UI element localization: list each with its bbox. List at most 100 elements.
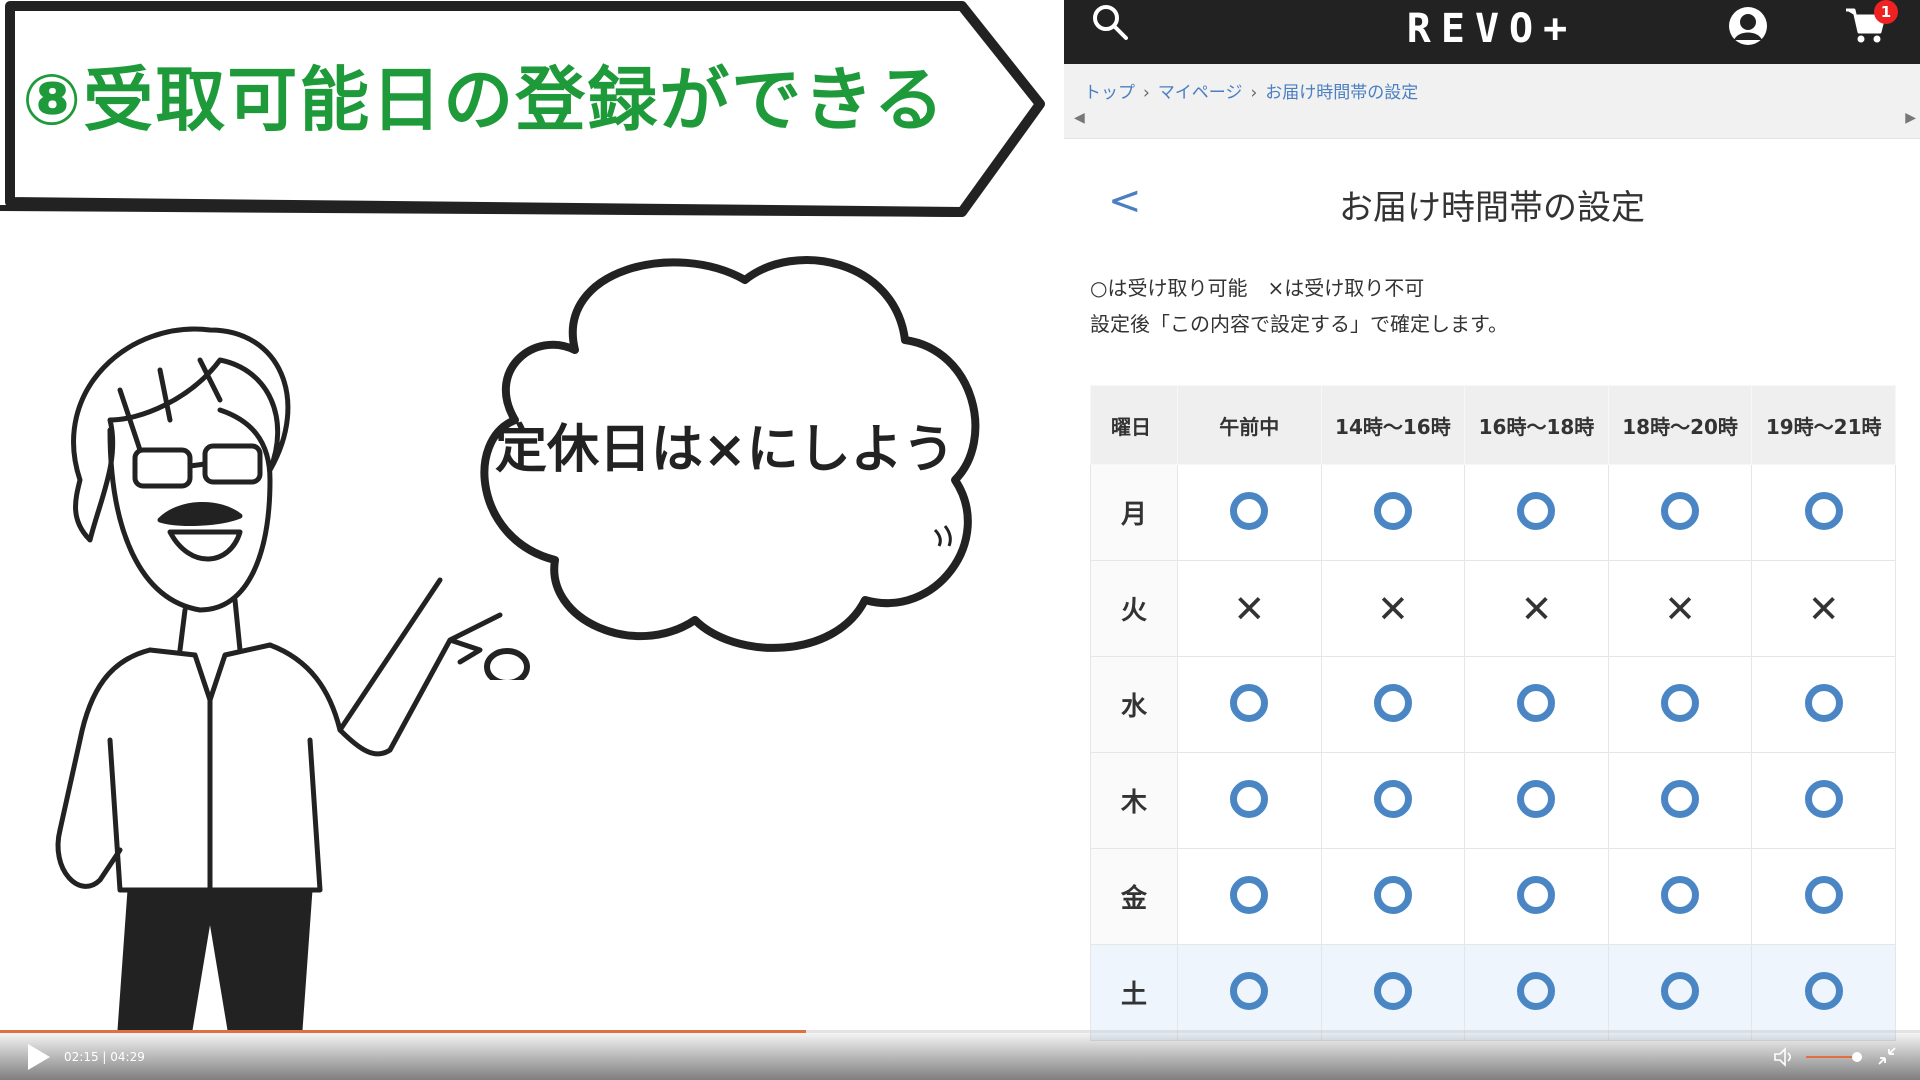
column-header-timeslot: 16時〜18時 — [1464, 385, 1609, 465]
breadcrumb-separator: › — [1250, 83, 1258, 103]
slot-cell[interactable] — [1607, 752, 1753, 849]
slot-cell[interactable] — [1607, 464, 1753, 561]
column-header-timeslot: 14時〜16時 — [1320, 385, 1466, 465]
video-controls: 02:15 | 04:29 — [0, 1033, 1920, 1080]
volume-slider[interactable] — [1806, 1052, 1866, 1062]
slot-cell[interactable] — [1464, 752, 1609, 849]
slot-cell[interactable]: ✕ — [1751, 560, 1896, 657]
available-circle-icon[interactable] — [1661, 779, 1700, 818]
day-label: 火 — [1090, 560, 1178, 657]
available-circle-icon[interactable] — [1230, 491, 1269, 530]
slot-cell[interactable] — [1320, 656, 1466, 753]
volume-icon[interactable] — [1772, 1045, 1796, 1069]
available-circle-icon[interactable] — [1661, 683, 1700, 722]
slot-cell[interactable] — [1751, 944, 1896, 1041]
column-header-timeslot: 18時〜20時 — [1607, 385, 1753, 465]
slot-cell[interactable] — [1464, 944, 1609, 1041]
available-circle-icon[interactable] — [1661, 491, 1700, 530]
available-circle-icon[interactable] — [1804, 683, 1843, 722]
day-label: 土 — [1090, 944, 1178, 1041]
available-circle-icon[interactable] — [1373, 491, 1412, 530]
slot-cell[interactable] — [1177, 752, 1322, 849]
slot-cell[interactable]: ✕ — [1177, 560, 1322, 657]
available-circle-icon[interactable] — [1804, 875, 1843, 914]
time-readout: 02:15 | 04:29 — [64, 1050, 145, 1064]
day-label: 月 — [1090, 464, 1178, 561]
breadcrumb-item-mypage[interactable]: マイページ — [1158, 83, 1243, 103]
scroll-left-icon[interactable]: ◀ — [1074, 110, 1085, 126]
available-circle-icon[interactable] — [1373, 779, 1412, 818]
page-title: お届け時間帯の設定 — [1339, 188, 1645, 228]
unavailable-cross-icon[interactable]: ✕ — [1521, 590, 1553, 628]
day-label: 木 — [1090, 752, 1178, 849]
unavailable-cross-icon[interactable]: ✕ — [1808, 590, 1840, 628]
slot-cell[interactable] — [1607, 944, 1753, 1041]
legend-note: ○は受け取り可能 ×は受け取り不可 — [1090, 276, 1425, 300]
volume-knob[interactable] — [1852, 1052, 1862, 1062]
fullscreen-exit-icon[interactable] — [1876, 1045, 1898, 1067]
table-row: 土 — [1090, 944, 1896, 1041]
delivery-schedule-table: 曜日 午前中 14時〜16時 16時〜18時 18時〜20時 19時〜21時 月火 ✕ ✕ ✕ ✕… — [1090, 385, 1896, 1041]
slot-cell[interactable] — [1751, 464, 1896, 561]
available-circle-icon[interactable] — [1230, 971, 1269, 1010]
available-circle-icon[interactable] — [1230, 779, 1269, 818]
unavailable-cross-icon[interactable]: ✕ — [1233, 590, 1265, 628]
available-circle-icon[interactable] — [1517, 491, 1556, 530]
scroll-right-icon[interactable]: ▶ — [1905, 110, 1916, 126]
presenter-illustration — [55, 326, 503, 1030]
slot-cell[interactable] — [1751, 656, 1896, 753]
thought-cloud-text: 定休日は×にしよう — [495, 420, 955, 480]
slot-cell[interactable]: ✕ — [1320, 560, 1466, 657]
slot-cell[interactable] — [1177, 848, 1322, 945]
slot-cell[interactable] — [1751, 848, 1896, 945]
banner-title: ⑧受取可能日の登録ができる — [22, 59, 946, 141]
column-header-timeslot: 19時〜21時 — [1751, 385, 1896, 465]
available-circle-icon[interactable] — [1230, 683, 1269, 722]
site-logo[interactable]: REVO+ — [1064, 6, 1920, 52]
column-header-day: 曜日 — [1090, 385, 1178, 465]
available-circle-icon[interactable] — [1517, 779, 1556, 818]
breadcrumb-item-top[interactable]: トップ — [1084, 83, 1135, 103]
slot-cell[interactable] — [1607, 848, 1753, 945]
day-label: 金 — [1090, 848, 1178, 945]
horizontal-scrollbar[interactable]: ◀ ▶ — [1064, 106, 1920, 139]
table-row: 月 — [1090, 464, 1896, 561]
cart-count-badge: 1 — [1874, 0, 1898, 24]
slot-cell[interactable] — [1464, 656, 1609, 753]
slot-cell[interactable] — [1464, 848, 1609, 945]
slot-cell[interactable] — [1320, 752, 1466, 849]
available-circle-icon[interactable] — [1517, 971, 1556, 1010]
available-circle-icon[interactable] — [1804, 491, 1843, 530]
slot-cell[interactable] — [1320, 464, 1466, 561]
slot-cell[interactable]: ✕ — [1464, 560, 1609, 657]
available-circle-icon[interactable] — [1230, 875, 1269, 914]
available-circle-icon[interactable] — [1373, 683, 1412, 722]
account-icon[interactable] — [1726, 4, 1770, 48]
breadcrumb: トップ › マイページ › お届け時間帯の設定 — [1064, 64, 1920, 106]
available-circle-icon[interactable] — [1661, 875, 1700, 914]
breadcrumb-item-current: お届け時間帯の設定 — [1265, 83, 1419, 103]
slot-cell[interactable] — [1607, 656, 1753, 753]
available-circle-icon[interactable] — [1804, 779, 1843, 818]
slot-cell[interactable] — [1177, 464, 1322, 561]
unavailable-cross-icon[interactable]: ✕ — [1664, 590, 1696, 628]
slot-cell[interactable]: ✕ — [1607, 560, 1753, 657]
available-circle-icon[interactable] — [1517, 875, 1556, 914]
slot-cell[interactable] — [1464, 464, 1609, 561]
available-circle-icon[interactable] — [1804, 971, 1843, 1010]
browser-pane: REVO+ 1 トップ › マイページ › お届け時間帯の設定 ◀ ▶ < お届け時間帯… — [1064, 0, 1920, 1080]
site-header: REVO+ 1 — [1064, 0, 1920, 64]
slot-cell[interactable] — [1320, 848, 1466, 945]
slot-cell[interactable] — [1177, 944, 1322, 1041]
slot-cell[interactable] — [1177, 656, 1322, 753]
column-header-timeslot: 午前中 — [1177, 385, 1322, 465]
slot-cell[interactable] — [1320, 944, 1466, 1041]
available-circle-icon[interactable] — [1661, 971, 1700, 1010]
slot-cell[interactable] — [1751, 752, 1896, 849]
play-icon[interactable] — [22, 1041, 54, 1073]
available-circle-icon[interactable] — [1373, 971, 1412, 1010]
available-circle-icon[interactable] — [1373, 875, 1412, 914]
available-circle-icon[interactable] — [1517, 683, 1556, 722]
unavailable-cross-icon[interactable]: ✕ — [1377, 590, 1409, 628]
table-row: 火 ✕ ✕ ✕ ✕ ✕ — [1090, 560, 1896, 657]
